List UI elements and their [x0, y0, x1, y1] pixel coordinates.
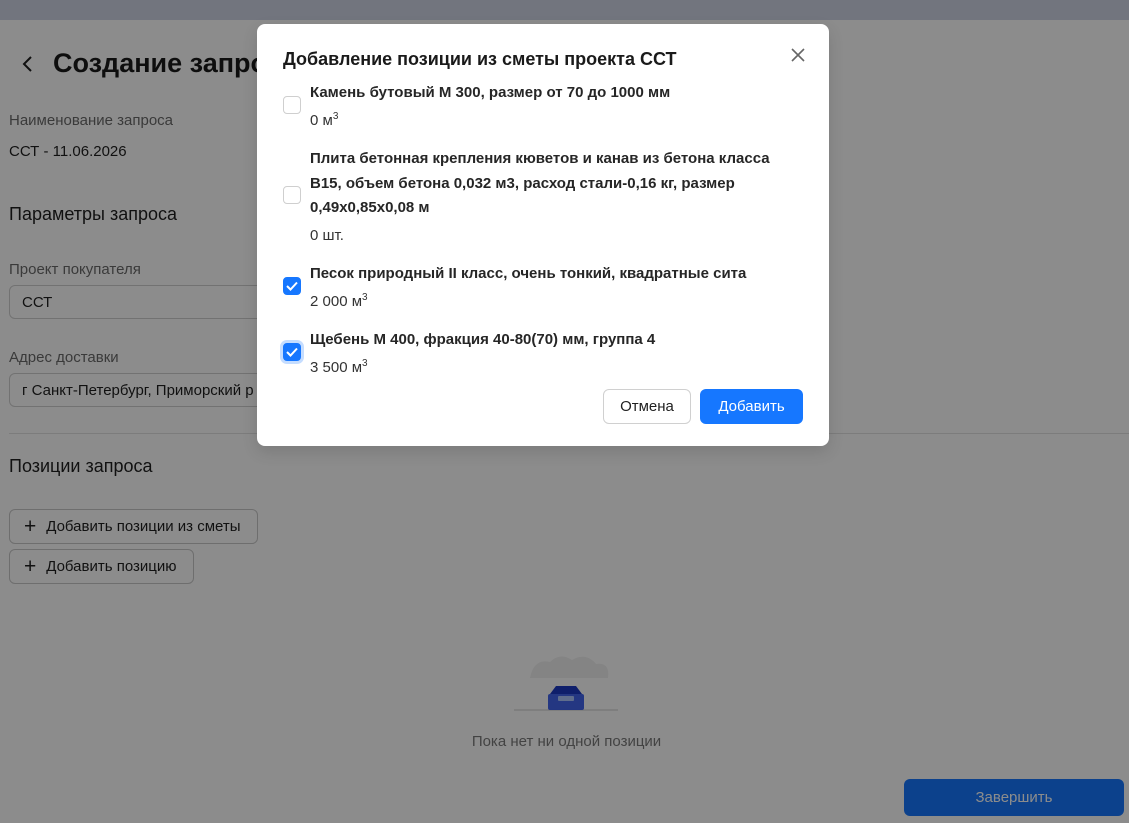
item-name: Песок природный II класс, очень тонкий, … — [310, 265, 747, 282]
item-name: Плита бетонная крепления кюветов и канав… — [310, 150, 770, 216]
item-quantity: 0 шт. — [310, 227, 344, 244]
item-checkbox[interactable] — [283, 277, 301, 295]
modal-title: Добавление позиции из сметы проекта ССТ — [283, 49, 677, 69]
add-button[interactable]: Добавить — [700, 389, 803, 424]
item-checkbox[interactable] — [283, 96, 301, 114]
item-quantity: 0 м3 — [310, 111, 339, 129]
check-icon — [286, 281, 298, 291]
page: Создание запроса Наименование запроса СС… — [0, 0, 1129, 823]
item-name: Щебень М 400, фракция 40-80(70) мм, груп… — [310, 331, 656, 348]
close-icon[interactable] — [787, 44, 809, 66]
check-icon — [286, 347, 298, 357]
item-quantity: 3 500 м3 — [310, 358, 368, 376]
item-checkbox[interactable] — [283, 343, 301, 361]
item-quantity: 2 000 м3 — [310, 292, 368, 310]
cancel-button[interactable]: Отмена — [603, 389, 691, 424]
estimate-modal: Добавление позиции из сметы проекта ССТ … — [257, 24, 829, 446]
item-checkbox[interactable] — [283, 186, 301, 204]
item-name: Камень бутовый М 300, размер от 70 до 10… — [310, 84, 671, 101]
